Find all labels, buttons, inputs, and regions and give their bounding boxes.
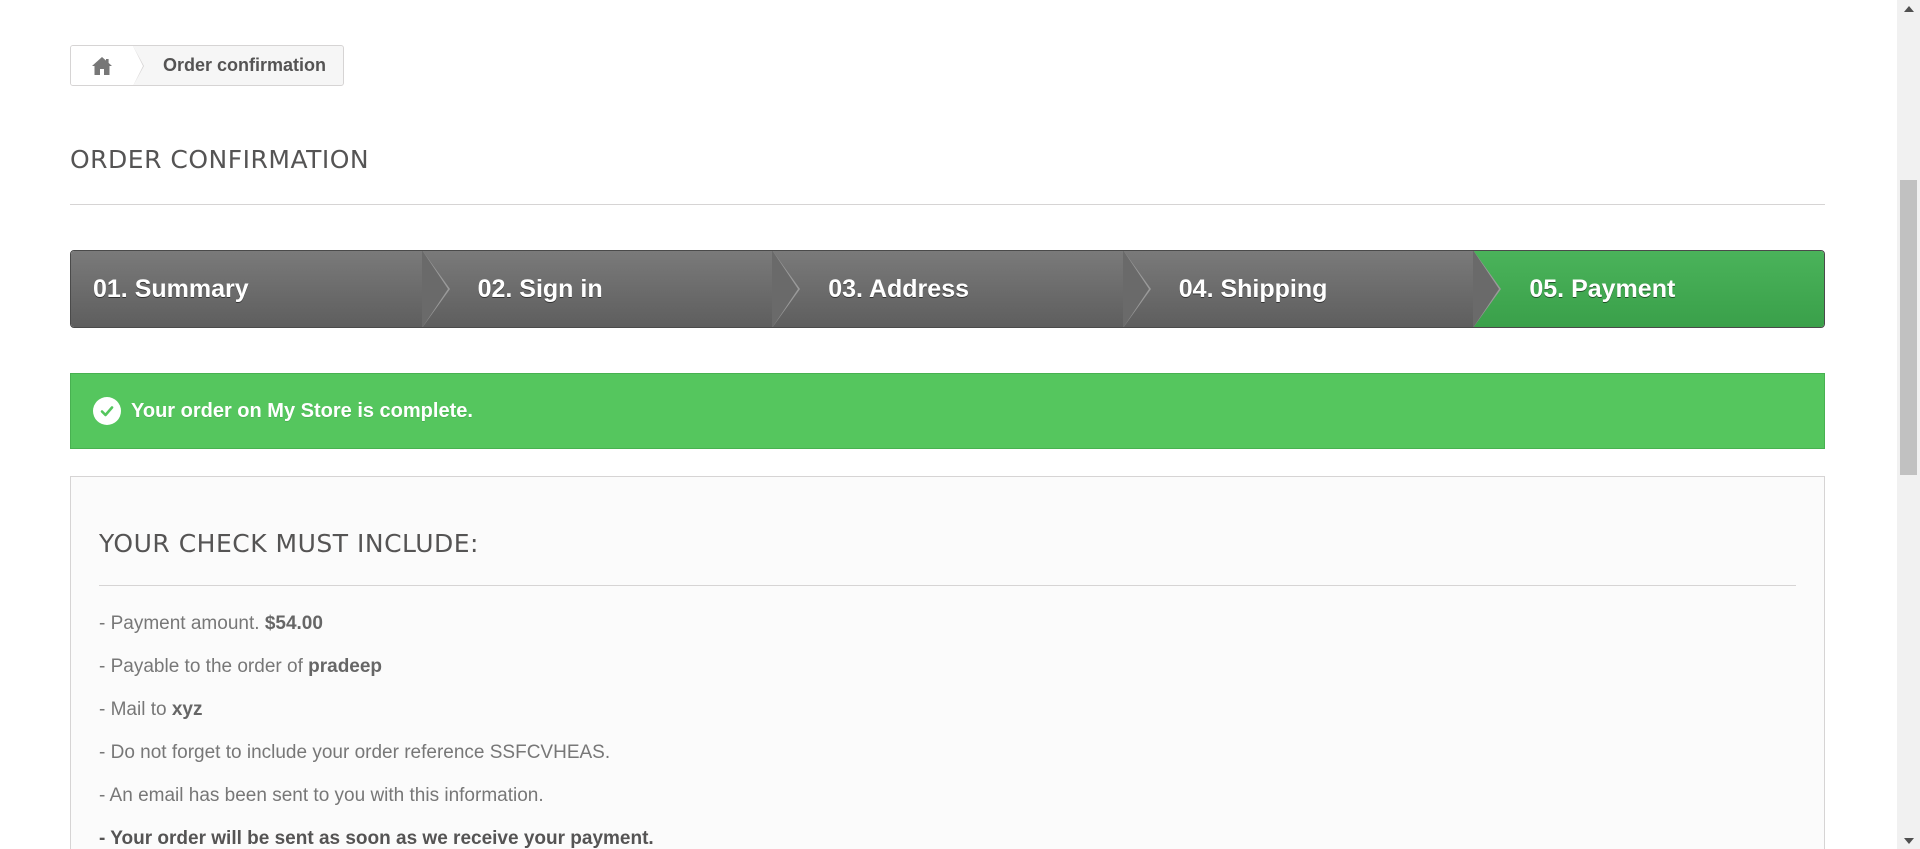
step-label: 03. Address (828, 274, 969, 303)
step-summary[interactable]: 01. Summary (71, 251, 450, 327)
step-shipping[interactable]: 04. Shipping (1122, 251, 1502, 327)
breadcrumb-current: Order confirmation (163, 55, 327, 75)
step-payment: 05. Payment (1473, 251, 1824, 327)
step-address[interactable]: 03. Address (772, 251, 1151, 327)
mail-line: - Mail to xyz (99, 688, 1796, 731)
sent-line: - Your order will be sent as soon as we … (99, 828, 654, 849)
success-alert: Your order on My Store is complete. (70, 373, 1825, 449)
step-label: 02. Sign in (477, 274, 603, 303)
check-instructions-box: YOUR CHECK MUST INCLUDE: - Payment amoun… (70, 476, 1825, 849)
box-title: YOUR CHECK MUST INCLUDE: (99, 529, 1796, 586)
step-label: 04. Shipping (1178, 274, 1328, 303)
payable-line: - Payable to the order of pradeep (99, 645, 1796, 688)
payment-amount-label: - Payment amount. (99, 613, 260, 634)
box-title-text: YOUR CHECK MUST INCLUDE: (99, 529, 479, 558)
payable-name: pradeep (308, 656, 383, 677)
payment-amount-line: - Payment amount. $54.00 (99, 602, 1796, 645)
page-heading: ORDER CONFIRMATION (70, 145, 1825, 205)
alert-message: Your order on My Store is complete. (131, 399, 473, 422)
vertical-scrollbar[interactable] (1897, 0, 1920, 849)
step-label: 05. Payment (1529, 274, 1676, 303)
email-line: - An email has been sent to you with thi… (99, 785, 544, 806)
mail-label: - Mail to (99, 699, 167, 720)
order-steps: 01. Summary 02. Sign in 03. Address 04. … (70, 250, 1825, 328)
scroll-up-arrow-icon[interactable] (1897, 0, 1920, 17)
scroll-down-arrow-icon[interactable] (1897, 832, 1920, 849)
check-circle-icon (93, 397, 121, 425)
page-title: ORDER CONFIRMATION (70, 145, 370, 174)
step-label: 01. Summary (93, 274, 249, 303)
reference-line: - Do not forget to include your order re… (99, 742, 611, 763)
payment-amount-value: $54.00 (264, 613, 323, 634)
payable-label: - Payable to the order of (99, 656, 303, 677)
home-icon (92, 56, 112, 75)
mail-to-value: xyz (171, 699, 203, 720)
breadcrumb: Order confirmation (70, 45, 345, 86)
step-sign-in[interactable]: 02. Sign in (421, 251, 801, 327)
scrollbar-thumb[interactable] (1900, 180, 1917, 475)
page: Order confirmation ORDER CONFIRMATION 01… (0, 0, 1897, 849)
breadcrumb-home-link[interactable] (71, 46, 144, 85)
